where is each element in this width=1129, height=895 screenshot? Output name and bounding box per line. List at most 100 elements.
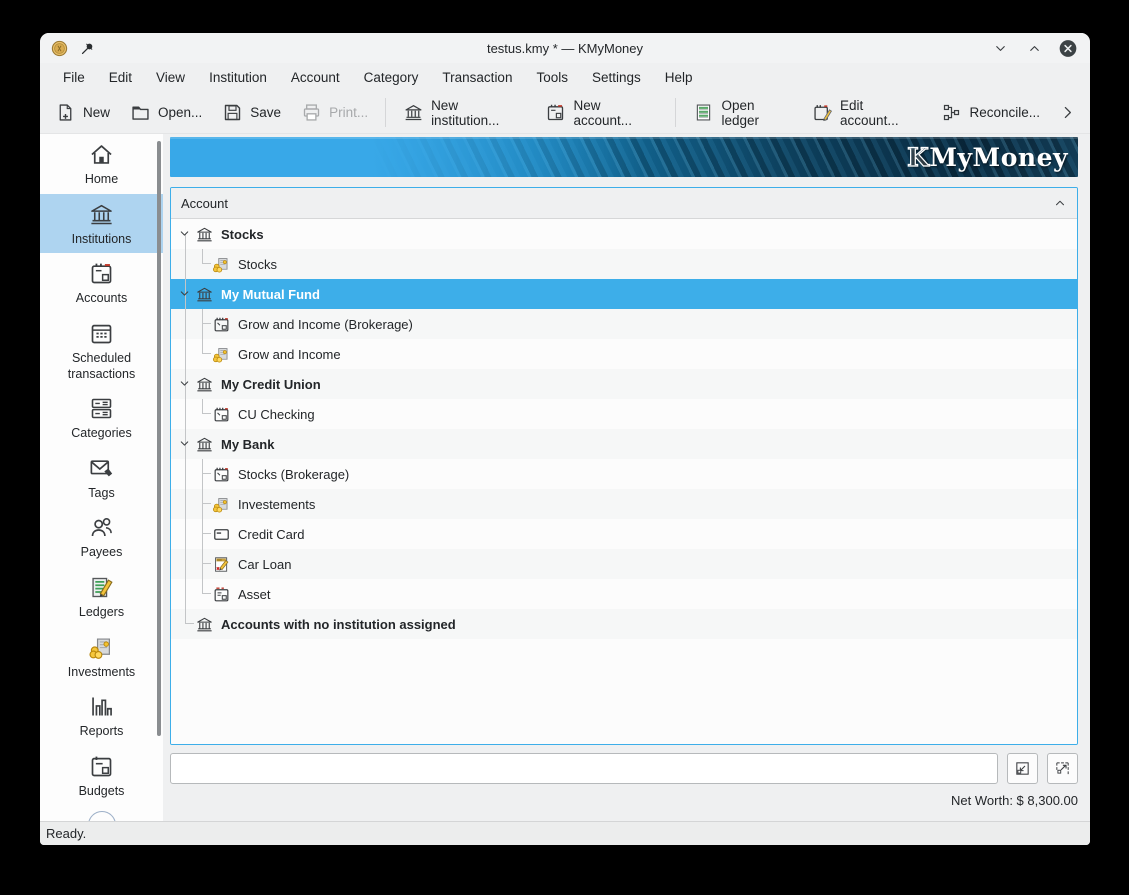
filter-row xyxy=(170,753,1078,784)
search-input[interactable] xyxy=(170,753,998,784)
bank-icon xyxy=(194,224,214,244)
bank-icon xyxy=(403,102,424,123)
bank-icon xyxy=(194,614,214,634)
checking-icon xyxy=(211,404,231,424)
collapse-all-button[interactable] xyxy=(1007,753,1038,784)
account-icon xyxy=(88,260,115,287)
titlebar[interactable]: testus.kmy * — KMyMoney xyxy=(40,33,1090,63)
checking-icon xyxy=(211,314,231,334)
close-button[interactable] xyxy=(1058,38,1078,58)
tree-row-institution[interactable]: Stocks xyxy=(171,219,1077,249)
asset-icon xyxy=(211,584,231,604)
sidebar-item-reports[interactable]: Reports xyxy=(40,686,163,746)
toolbar-overflow-button[interactable] xyxy=(1051,100,1084,125)
edit-account-button[interactable]: Edit account... xyxy=(803,92,930,134)
menu-tools[interactable]: Tools xyxy=(525,66,579,89)
expander-icon[interactable] xyxy=(178,377,192,391)
bank-icon xyxy=(88,201,115,228)
loan-icon xyxy=(211,554,231,574)
expander-icon[interactable] xyxy=(178,227,192,241)
bar-chart-icon xyxy=(88,693,115,720)
tree-row-account[interactable]: Grow and Income (Brokerage) xyxy=(171,309,1077,339)
menu-view[interactable]: View xyxy=(145,66,196,89)
investment-icon xyxy=(211,344,231,364)
status-text: Ready. xyxy=(46,826,86,841)
expand-all-icon xyxy=(1054,760,1071,777)
new-account-button[interactable]: New account... xyxy=(536,92,667,134)
reconcile-button[interactable]: Reconcile... xyxy=(932,96,1049,129)
institutions-tree: Account Stocks Stocks xyxy=(170,187,1078,745)
collapse-all-icon xyxy=(1014,760,1031,777)
expand-all-button[interactable] xyxy=(1047,753,1078,784)
bank-icon xyxy=(194,284,214,304)
sidebar-item-payees[interactable]: Payees xyxy=(40,507,163,567)
sidebar-item-budgets[interactable]: Budgets xyxy=(40,746,163,806)
sort-ascending-icon xyxy=(1053,196,1067,210)
window-title: testus.kmy * — KMyMoney xyxy=(40,41,1090,56)
open-folder-icon xyxy=(130,102,151,123)
menu-help[interactable]: Help xyxy=(654,66,704,89)
save-button[interactable]: Save xyxy=(213,96,290,129)
new-button[interactable]: New xyxy=(46,96,119,129)
investment-icon xyxy=(88,634,115,661)
new-document-icon xyxy=(55,102,76,123)
sidebar-item-investments[interactable]: Investments xyxy=(40,627,163,687)
tree-row-account[interactable]: CU Checking xyxy=(171,399,1077,429)
mail-tag-icon xyxy=(88,455,115,482)
view-sidebar: Home Institutions Accounts Scheduled tra… xyxy=(40,134,163,821)
tree-row-institution[interactable]: My Credit Union xyxy=(171,369,1077,399)
main-area: Home Institutions Accounts Scheduled tra… xyxy=(40,134,1090,821)
checking-icon xyxy=(211,464,231,484)
open-button[interactable]: Open... xyxy=(121,96,211,129)
tree-row-institution[interactable]: Accounts with no institution assigned xyxy=(171,609,1077,639)
tree-row-account[interactable]: Grow and Income xyxy=(171,339,1077,369)
pushpin-icon[interactable] xyxy=(79,40,96,57)
expander-icon[interactable] xyxy=(178,437,192,451)
sidebar-item-scheduled-transactions[interactable]: Scheduled transactions xyxy=(40,313,163,388)
sidebar-scrollbar[interactable] xyxy=(157,141,161,736)
maximize-button[interactable] xyxy=(1024,38,1044,58)
account-column-header[interactable]: Account xyxy=(171,188,1077,219)
menu-account[interactable]: Account xyxy=(280,66,351,89)
tree-row-account[interactable]: Asset xyxy=(171,579,1077,609)
tree-row-account[interactable]: Credit Card xyxy=(171,519,1077,549)
tree-row-account[interactable]: Investements xyxy=(171,489,1077,519)
tree-row-institution[interactable]: My Bank xyxy=(171,429,1077,459)
sidebar-item-institutions[interactable]: Institutions xyxy=(40,194,163,254)
kmymoney-logo: KMyMoney xyxy=(907,143,1078,172)
bank-icon xyxy=(194,434,214,454)
tree-row-account[interactable]: Stocks xyxy=(171,249,1077,279)
toolbar: New Open... Save Print... New institutio… xyxy=(40,92,1090,134)
print-icon xyxy=(301,102,322,123)
categories-icon xyxy=(88,395,115,422)
chevron-right-icon xyxy=(1059,104,1076,121)
sidebar-item-home[interactable]: Home xyxy=(40,134,163,194)
tree-row-institution-selected[interactable]: My Mutual Fund xyxy=(171,279,1077,309)
save-icon xyxy=(222,102,243,123)
menu-institution[interactable]: Institution xyxy=(198,66,278,89)
menu-settings[interactable]: Settings xyxy=(581,66,652,89)
tree-row-account[interactable]: Stocks (Brokerage) xyxy=(171,459,1077,489)
reconcile-icon xyxy=(941,102,962,123)
sidebar-item-ledgers[interactable]: Ledgers xyxy=(40,567,163,627)
menu-bar: File Edit View Institution Account Categ… xyxy=(40,63,1090,92)
credit-card-icon xyxy=(211,524,231,544)
new-institution-button[interactable]: New institution... xyxy=(394,92,534,134)
sidebar-item-tags[interactable]: Tags xyxy=(40,448,163,508)
minimize-button[interactable] xyxy=(990,38,1010,58)
sidebar-item-categories[interactable]: Categories xyxy=(40,388,163,448)
open-ledger-button[interactable]: Open ledger xyxy=(684,92,801,134)
sidebar-item-accounts[interactable]: Accounts xyxy=(40,253,163,313)
budget-icon xyxy=(88,753,115,780)
expander-icon[interactable] xyxy=(178,287,192,301)
tree-row-account[interactable]: Car Loan xyxy=(171,549,1077,579)
menu-category[interactable]: Category xyxy=(353,66,430,89)
net-worth-label: Net Worth: $ 8,300.00 xyxy=(170,793,1078,808)
investment-icon xyxy=(211,494,231,514)
menu-file[interactable]: File xyxy=(52,66,96,89)
edit-account-icon xyxy=(812,102,833,123)
home-icon xyxy=(88,141,115,168)
menu-edit[interactable]: Edit xyxy=(98,66,143,89)
menu-transaction[interactable]: Transaction xyxy=(431,66,523,89)
print-button[interactable]: Print... xyxy=(292,96,377,129)
